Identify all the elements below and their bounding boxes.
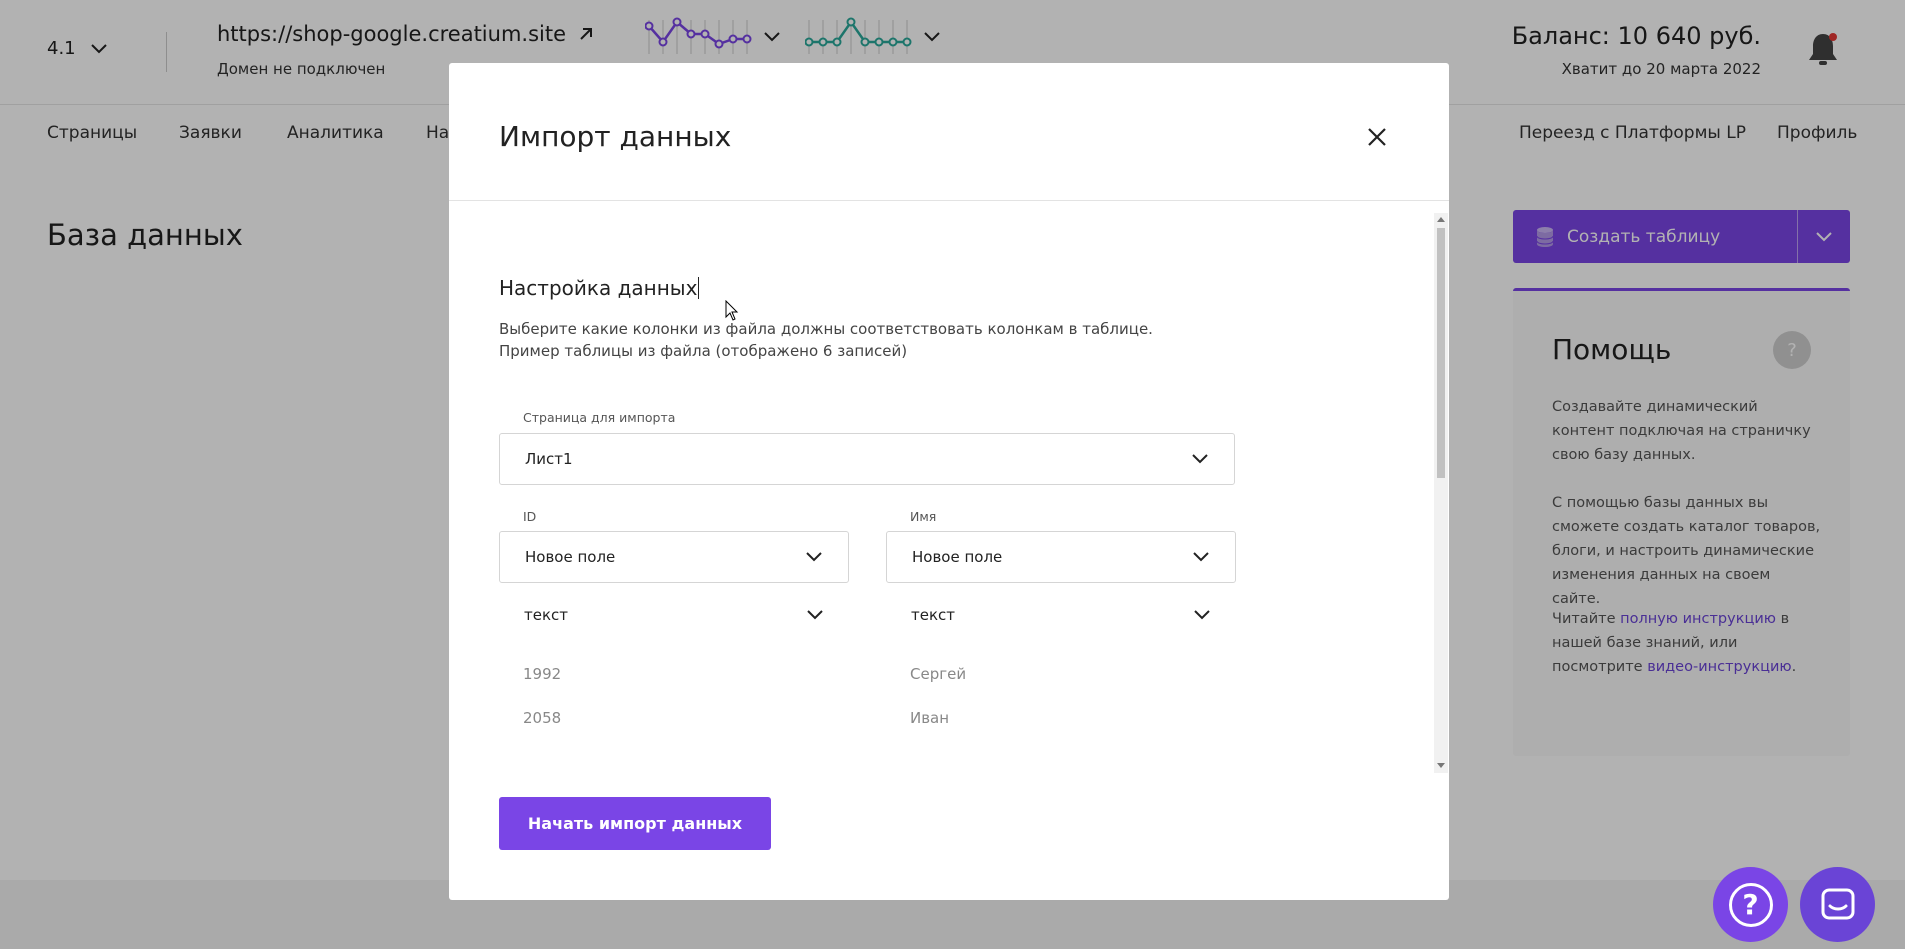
- table-cell: Иван: [910, 709, 950, 727]
- column-type-select-id[interactable]: текст: [499, 593, 849, 637]
- text-caret: [698, 277, 700, 299]
- table-cell: 2058: [523, 709, 562, 727]
- chevron-down-icon: [1193, 552, 1209, 562]
- description: Выберите какие колонки из файла должны с…: [499, 318, 1153, 362]
- section-title-text: Настройка данных: [499, 276, 698, 300]
- import-data-modal: Импорт данных Настройка данных Выберите …: [449, 63, 1449, 900]
- column-field-value: Новое поле: [525, 548, 616, 566]
- start-import-button[interactable]: Начать импорт данных: [499, 797, 771, 850]
- column-type-value: текст: [911, 606, 956, 624]
- table-cell: 1992: [523, 665, 562, 683]
- description-line-2: Пример таблицы из файла (отображено 6 за…: [499, 342, 908, 360]
- section-title: Настройка данных: [499, 276, 700, 300]
- question-icon: ?: [1728, 882, 1773, 927]
- close-icon[interactable]: [1363, 123, 1391, 151]
- column-type-select-name[interactable]: текст: [886, 593, 1236, 637]
- chevron-down-icon: [1192, 454, 1208, 464]
- column-type-value: текст: [524, 606, 569, 624]
- modal-title: Импорт данных: [499, 120, 732, 153]
- column-label-name: Имя: [910, 509, 937, 524]
- scroll-down-arrow-icon[interactable]: [1437, 763, 1445, 768]
- column-field-select-name[interactable]: Новое поле: [886, 531, 1236, 583]
- scroll-thumb[interactable]: [1437, 228, 1445, 478]
- column-label-id: ID: [523, 509, 537, 524]
- description-line-1: Выберите какие колонки из файла должны с…: [499, 320, 1153, 338]
- chat-icon: [1821, 888, 1854, 919]
- modal-scrollbar[interactable]: [1434, 213, 1448, 773]
- sheet-select[interactable]: Лист1: [499, 433, 1235, 485]
- chevron-down-icon: [806, 552, 822, 562]
- modal-body: Настройка данных Выберите какие колонки …: [449, 213, 1449, 773]
- modal-header: Импорт данных: [449, 63, 1449, 201]
- chevron-down-icon: [807, 610, 823, 620]
- scroll-up-arrow-icon[interactable]: [1437, 217, 1445, 222]
- table-cell: Сергей: [910, 665, 967, 683]
- floating-chat-button[interactable]: [1800, 867, 1875, 942]
- mouse-cursor-icon: [725, 299, 739, 326]
- floating-help-button[interactable]: ?: [1713, 867, 1788, 942]
- column-field-select-id[interactable]: Новое поле: [499, 531, 849, 583]
- sheet-value: Лист1: [525, 450, 573, 468]
- chevron-down-icon: [1194, 610, 1210, 620]
- column-field-value: Новое поле: [912, 548, 1003, 566]
- sheet-label: Страница для импорта: [523, 410, 676, 425]
